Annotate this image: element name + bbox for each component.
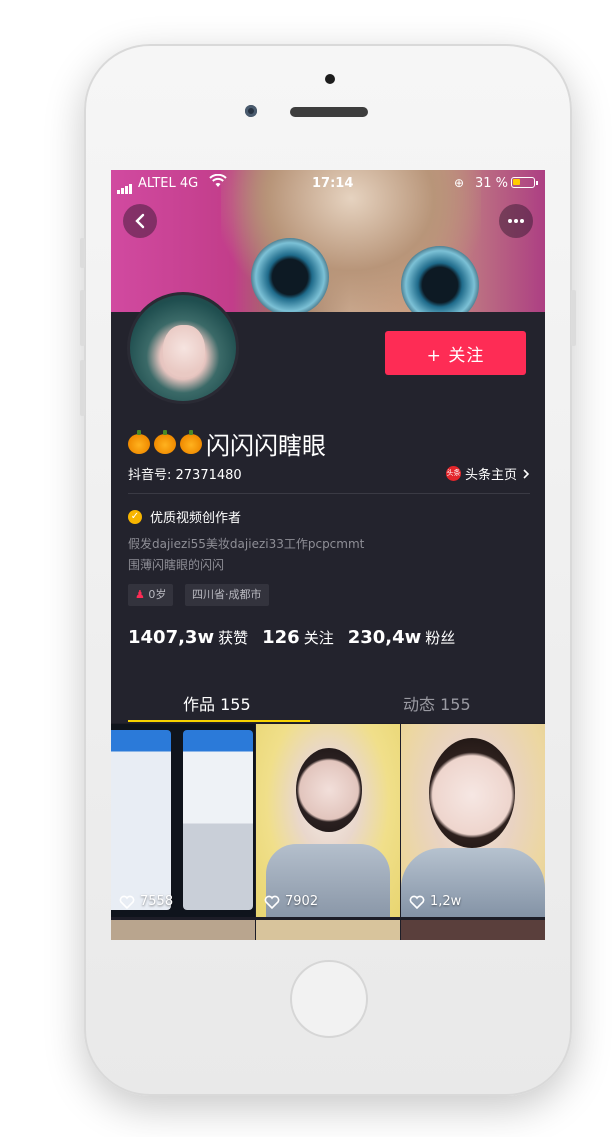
verified-label: 优质视频创作者: [150, 511, 242, 526]
tab-works[interactable]: 作品 155: [183, 691, 251, 715]
clock: 17:14: [312, 176, 354, 191]
like-count-value: 7902: [285, 894, 319, 909]
like-count: 7558: [119, 894, 173, 909]
toutiao-link-label: 头条主页: [464, 468, 517, 483]
age-label: 0岁: [148, 588, 167, 601]
heart-icon: [264, 895, 280, 909]
location-tag: 四川省·成都市: [185, 584, 269, 606]
like-count-value: 1,2w: [430, 894, 462, 909]
home-button[interactable]: [290, 960, 368, 1038]
tab-activity[interactable]: 动态 155: [403, 691, 471, 715]
mute-switch: [80, 238, 85, 268]
video-thumbnail[interactable]: [401, 920, 545, 940]
pumpkin-icon: [154, 429, 176, 454]
divider: [128, 493, 530, 494]
heart-icon: [409, 895, 425, 909]
person-icon: ♟: [135, 588, 145, 601]
video-thumbnail[interactable]: 7902: [256, 724, 400, 917]
volume-down-button: [80, 360, 85, 416]
status-bar: ALTEL 4G 17:14 ⊕ 31 %: [111, 170, 545, 196]
earpiece-speaker: [290, 107, 368, 117]
profile-name-text: 闪闪闪瞎眼: [206, 432, 326, 460]
wifi-icon: [209, 173, 227, 192]
like-count: 1,2w: [409, 894, 461, 909]
profile-name: 闪闪闪瞎眼: [128, 426, 326, 461]
like-count-value: 7558: [140, 894, 174, 909]
stats-row: 1407,3w 获赞 126 关注 230,4w 粉丝: [128, 627, 469, 648]
avatar[interactable]: [127, 292, 239, 404]
volume-up-button: [80, 290, 85, 346]
content-tabs: 作品 155 动态 155: [111, 677, 545, 723]
following-count[interactable]: 126: [262, 627, 300, 648]
orientation-lock-icon: ⊕: [454, 176, 465, 190]
pumpkin-icon: [180, 429, 202, 454]
followers-label[interactable]: 粉丝: [425, 627, 455, 648]
active-tab-indicator: [128, 720, 310, 722]
followers-count[interactable]: 230,4w: [348, 627, 422, 648]
video-thumbnail[interactable]: [111, 920, 255, 940]
video-thumbnail[interactable]: [256, 920, 400, 940]
more-button[interactable]: [499, 204, 533, 238]
bio-line: 假发dajiezi55美妆dajiezi33工作pcpcmmt: [128, 537, 365, 551]
video-thumbnail[interactable]: 7558: [111, 724, 255, 917]
heart-icon: [119, 895, 135, 909]
front-camera: [245, 105, 257, 117]
signal-icon: [117, 179, 133, 194]
app-screen: ALTEL 4G 17:14 ⊕ 31 % + 关注 闪闪闪瞎眼 抖音号: 27…: [111, 170, 545, 940]
proximity-sensor: [325, 74, 335, 84]
likes-count: 1407,3w: [128, 627, 215, 648]
bio-line: 围薄闪瞎眼的闪闪: [128, 558, 225, 572]
age-tag: ♟ 0岁: [128, 584, 174, 606]
like-count: 7902: [264, 894, 318, 909]
follow-button[interactable]: + 关注: [385, 331, 526, 375]
verified-badge: ✓ 优质视频创作者: [128, 507, 241, 526]
battery-percent: 31 %: [475, 176, 509, 191]
power-button: [571, 290, 576, 346]
toutiao-home-link[interactable]: 头条 头条主页: [445, 464, 531, 483]
more-icon: [508, 219, 524, 223]
toutiao-logo-icon: 头条: [445, 466, 461, 481]
video-grid: 7558 7902 1,2w: [111, 724, 545, 940]
chevron-right-icon: [523, 468, 530, 479]
douyin-id: 抖音号: 27371480: [128, 468, 242, 483]
pumpkin-icon: [128, 429, 150, 454]
back-icon: [135, 213, 145, 229]
video-thumbnail[interactable]: 1,2w: [401, 724, 545, 917]
back-button[interactable]: [123, 204, 157, 238]
following-label[interactable]: 关注: [304, 627, 334, 648]
banner-cat-eye-left: [251, 238, 329, 312]
carrier-label: ALTEL 4G: [138, 176, 199, 191]
likes-label: 获赞: [218, 629, 249, 647]
verified-icon: ✓: [128, 509, 142, 524]
battery-icon: [511, 177, 538, 188]
